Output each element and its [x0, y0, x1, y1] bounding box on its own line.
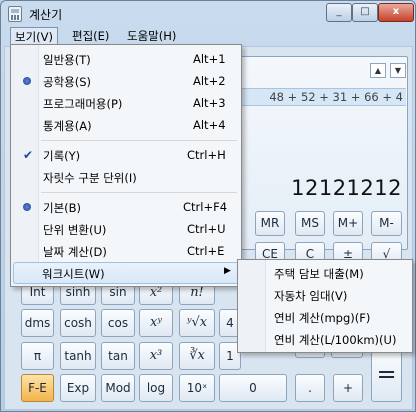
menu-separator [41, 192, 237, 193]
history-down-button[interactable]: ▼ [390, 63, 406, 78]
mr-key[interactable]: MR [255, 211, 285, 236]
fe-key[interactable]: F-E [21, 374, 54, 402]
menu-item-shortcut: Alt+3 [193, 96, 226, 110]
pi-key[interactable]: π [21, 342, 54, 370]
maximize-button[interactable]: □ [352, 3, 378, 22]
calculator-app-icon [8, 6, 22, 22]
menu-item-label: 자동차 임대(V) [274, 289, 348, 303]
ms-key[interactable]: MS [295, 211, 325, 236]
menu-help[interactable]: 도움말(H) [123, 27, 180, 45]
history-up-button[interactable]: ▲ [370, 63, 386, 78]
menu-edit[interactable]: 편집(E) [68, 27, 113, 45]
menu-item-shortcut: Ctrl+H [187, 148, 226, 162]
cos-key[interactable]: cos [101, 309, 135, 337]
exp-key[interactable]: Exp [60, 374, 96, 402]
menu-item-label: 단위 변환(U) [43, 223, 107, 237]
menu-item-shortcut: Alt+1 [193, 52, 226, 66]
menu-item-label: 일반용(T) [43, 53, 91, 67]
decimal-key[interactable]: . [295, 374, 325, 402]
x-cubed-key[interactable]: x³ [139, 342, 173, 370]
calculator-window: 계산기 _ □ x 보기(V) 편집(E) 도움말(H) ▲ ▼ 48 + 52… [0, 0, 416, 412]
menu-item-label: 프로그래머용(P) [43, 97, 123, 111]
result-display: 12121212 [291, 176, 402, 200]
window-title: 계산기 [29, 8, 63, 22]
menu-item-worksheets[interactable]: 워크시트(W) ▶ [13, 262, 239, 284]
submenu-item-vehicle-lease[interactable]: 자동차 임대(V) [240, 284, 410, 306]
menu-item-label: 기본(B) [43, 201, 82, 215]
radio-selected-icon [23, 77, 31, 85]
x-power-y-key[interactable]: xʸ [139, 309, 173, 337]
m-minus-key[interactable]: M- [371, 211, 402, 236]
menu-item-label: 워크시트(W) [42, 267, 105, 281]
menu-item-shortcut: Ctrl+F4 [183, 200, 228, 214]
menu-item-label: 통계용(A) [43, 119, 92, 133]
menu-bar: 보기(V) 편집(E) 도움말(H) [4, 27, 414, 45]
radio-selected-icon [23, 203, 31, 211]
menu-item-date-calculation[interactable]: 날짜 계산(D) Ctrl+E [13, 240, 239, 262]
menu-item-scientific[interactable]: 공학용(S) Alt+2 [13, 70, 239, 92]
y-root-x-key[interactable]: ʸ√x [179, 309, 215, 337]
cosh-key[interactable]: cosh [60, 309, 96, 337]
ten-power-x-key[interactable]: 10ˣ [179, 374, 215, 402]
title-bar: 계산기 _ □ x [1, 1, 415, 27]
menu-item-shortcut: Ctrl+E [187, 244, 225, 258]
submenu-item-fuel-economy-mpg[interactable]: 연비 계산(mpg)(F) [240, 306, 410, 328]
m-plus-key[interactable]: M+ [333, 211, 363, 236]
menu-item-label: 자릿수 구분 단위(I) [43, 171, 137, 185]
menu-view[interactable]: 보기(V) [10, 27, 58, 45]
menu-item-statistics[interactable]: 통계용(A) Alt+4 [13, 114, 239, 136]
tanh-key[interactable]: tanh [60, 342, 96, 370]
menu-item-label: 공학용(S) [43, 75, 92, 89]
submenu-arrow-icon: ▶ [224, 266, 231, 276]
menu-item-label: 연비 계산(L/100km)(U) [274, 333, 397, 347]
log-key[interactable]: log [139, 374, 173, 402]
minimize-button[interactable]: _ [326, 3, 352, 22]
equals-key[interactable]: = [371, 347, 402, 402]
menu-item-basic[interactable]: 기본(B) Ctrl+F4 [13, 196, 239, 218]
dms-key[interactable]: dms [21, 309, 54, 337]
tan-key[interactable]: tan [101, 342, 135, 370]
mod-key[interactable]: Mod [101, 374, 135, 402]
submenu-item-mortgage[interactable]: 주택 담보 대출(M) [240, 262, 410, 284]
menu-item-label: 연비 계산(mpg)(F) [274, 311, 371, 325]
menu-item-programmer[interactable]: 프로그래머용(P) Alt+3 [13, 92, 239, 114]
menu-item-shortcut: Ctrl+U [187, 222, 226, 236]
menu-item-shortcut: Alt+4 [193, 118, 226, 132]
menu-item-history[interactable]: ✔ 기록(Y) Ctrl+H [13, 144, 239, 166]
view-menu: 일반용(T) Alt+1 공학용(S) Alt+2 프로그래머용(P) Alt+… [10, 44, 242, 287]
worksheet-submenu: 주택 담보 대출(M) 자동차 임대(V) 연비 계산(mpg)(F) 연비 계… [237, 259, 413, 353]
cube-root-key[interactable]: ∛x [179, 342, 215, 370]
menu-item-label: 주택 담보 대출(M) [274, 267, 364, 281]
submenu-item-fuel-economy-l100km[interactable]: 연비 계산(L/100km)(U) [240, 328, 410, 350]
menu-item-label: 날짜 계산(D) [43, 245, 107, 259]
close-button[interactable]: x [378, 3, 414, 22]
menu-item-digit-grouping[interactable]: 자릿수 구분 단위(I) [13, 166, 239, 188]
menu-item-unit-conversion[interactable]: 단위 변환(U) Ctrl+U [13, 218, 239, 240]
menu-item-standard[interactable]: 일반용(T) Alt+1 [13, 48, 239, 70]
menu-item-shortcut: Alt+2 [193, 74, 226, 88]
check-icon: ✔ [23, 148, 34, 162]
digit-0-key[interactable]: 0 [219, 374, 287, 402]
menu-item-label: 기록(Y) [43, 149, 81, 163]
menu-separator [41, 140, 237, 141]
plus-key[interactable]: + [333, 374, 363, 402]
